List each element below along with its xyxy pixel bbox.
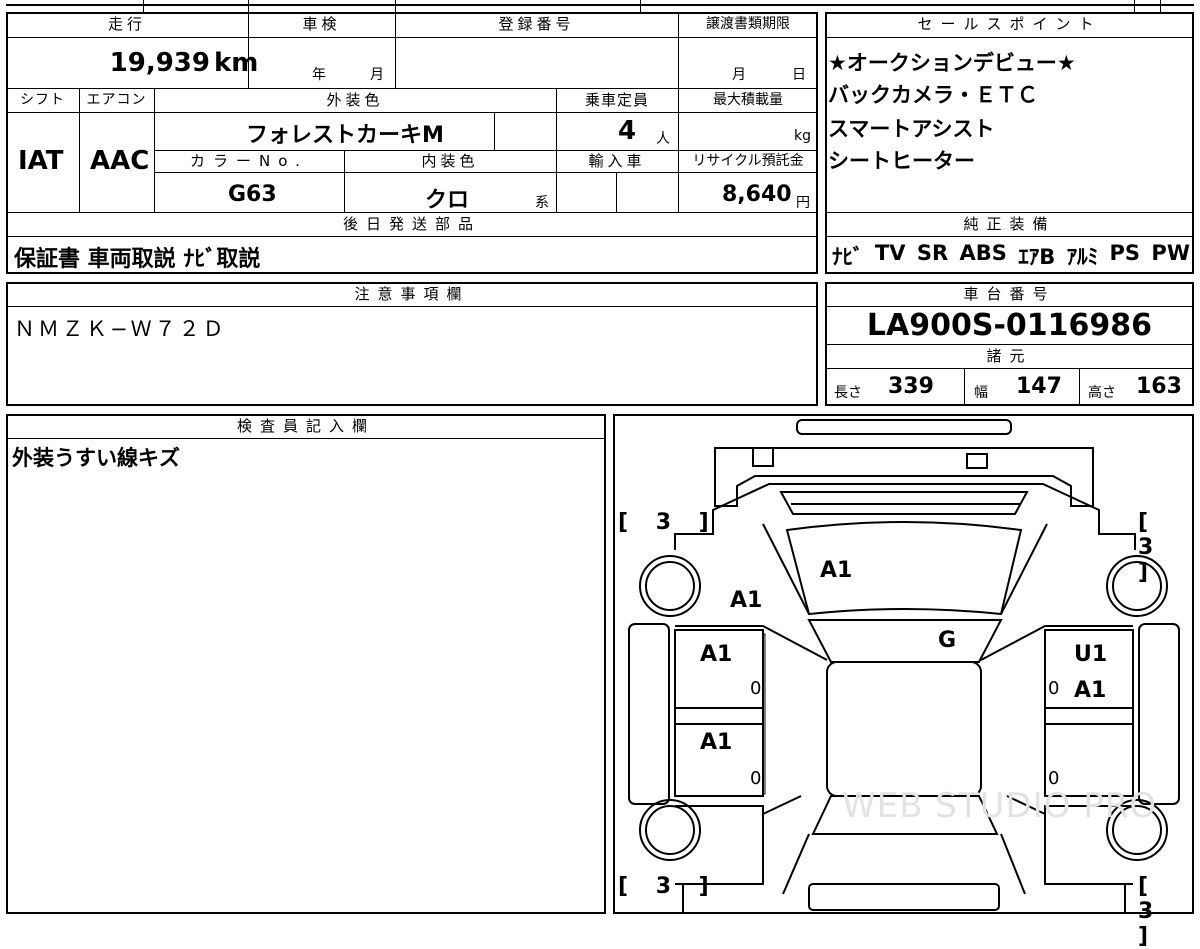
transfer-deadline-header: 譲渡書類期限 (706, 16, 790, 32)
notes-value: ＮＭＺＫ−Ｗ７２Ｄ (14, 317, 227, 341)
shaken-header: 車検 (302, 15, 341, 33)
capacity-header: 乗車定員 (584, 91, 649, 109)
sales-point-1: ★オークションデビュー★ (828, 51, 1076, 75)
equip-pw: PW (1151, 241, 1190, 265)
capacity-unit: 人 (656, 131, 670, 147)
equip-alloy: ｱﾙﾐ (1066, 245, 1099, 269)
zero-mark-rear-left: 0 (750, 768, 762, 789)
equip-abs: ABS (959, 241, 1007, 265)
exterior-color-header: 外装色 (326, 91, 384, 109)
later-parts-value: 保証書 車両取説 ﾅﾋﾞ取説 (14, 247, 261, 272)
interior-color-value: クロ (425, 188, 470, 213)
registration-header: 登録番号 (498, 15, 575, 33)
damage-front-door-left: A1 (700, 642, 733, 667)
interior-color-header: 内装色 (421, 152, 479, 170)
equipment-list: ﾅﾋﾞ TV SR ABS ｴｱB ｱﾙﾐ PS PW (832, 241, 1190, 271)
chassis-header: 車台番号 (963, 285, 1056, 303)
watermark: WEB STUDIO PRO (842, 786, 1158, 826)
length-value: 339 (888, 374, 934, 399)
inspector-box (6, 414, 606, 914)
shaken-month-unit: 月 (370, 67, 384, 83)
width-label: 幅 (974, 385, 988, 401)
spec-header: 諸元 (986, 347, 1033, 365)
max-load-header: 最大積載量 (713, 92, 783, 108)
sales-point-3: スマートアシスト (828, 117, 995, 141)
notes-header: 注意事項欄 (354, 285, 470, 303)
width-value: 147 (1016, 374, 1062, 399)
mileage-value: 19,939 (109, 48, 210, 78)
damage-roof-glass: G (938, 628, 957, 653)
tire-tread-front-right: [ 3 ] (1138, 510, 1164, 585)
transfer-day-unit: 日 (792, 67, 806, 83)
mileage-unit: km (214, 48, 259, 78)
zero-mark-front-left: 0 (750, 678, 762, 699)
recycle-unit: 円 (796, 195, 810, 211)
equip-navi: ﾅﾋﾞ (832, 245, 864, 269)
damage-windshield: A1 (820, 558, 853, 583)
equip-ps: PS (1109, 241, 1141, 265)
recycle-value: 8,640 (722, 182, 792, 207)
tire-tread-front-left: [ 3 ] (618, 510, 719, 535)
height-value: 163 (1136, 374, 1182, 399)
capacity-value: 4 (618, 116, 637, 146)
mileage-header: 走行 (107, 15, 146, 33)
equip-sr: SR (916, 241, 949, 265)
tire-tread-rear-right: [ 3 ] (1138, 874, 1164, 949)
damage-front-door-right-a1: A1 (1074, 678, 1107, 703)
shaken-year-unit: 年 (312, 67, 326, 83)
ac-header: エアコン (86, 92, 147, 108)
recycle-header: リサイクル預託金 (692, 153, 804, 169)
import-header: 輸入車 (588, 152, 646, 170)
sales-point-4: シートヒーター (828, 149, 975, 173)
damage-front-left: A1 (730, 588, 763, 613)
length-label: 長さ (834, 385, 862, 401)
equip-tv: TV (874, 241, 906, 265)
tire-tread-rear-left: [ 3 ] (618, 874, 719, 899)
color-no-value: G63 (228, 182, 277, 207)
sales-points-header: セールスポイント (917, 15, 1102, 33)
damage-rear-door-left: A1 (700, 730, 733, 755)
damage-front-door-right-u1: U1 (1074, 642, 1108, 667)
equip-airbag: ｴｱB (1018, 245, 1056, 269)
zero-mark-front-right: 0 (1048, 678, 1060, 699)
color-no-header: カラーNo. (190, 152, 308, 170)
shift-value: IAT (18, 146, 64, 176)
sales-point-2: バックカメラ・ＥＴＣ (828, 83, 1038, 107)
chassis-value: LA900S-0116986 (866, 308, 1153, 343)
height-label: 高さ (1088, 385, 1116, 401)
inspector-value: 外装うすい線キズ (12, 446, 180, 470)
later-parts-header: 後日発送部品 (342, 215, 481, 233)
equipment-header: 純正装備 (963, 215, 1056, 233)
ac-value: AAC (90, 146, 150, 176)
shift-header: シフト (20, 92, 65, 108)
transfer-month-unit: 月 (732, 67, 746, 83)
interior-color-unit: 系 (535, 195, 549, 211)
inspector-header: 検査員記入欄 (236, 417, 375, 435)
exterior-color-value: フォレストカーキM (246, 123, 444, 148)
max-load-unit: kg (794, 128, 811, 144)
